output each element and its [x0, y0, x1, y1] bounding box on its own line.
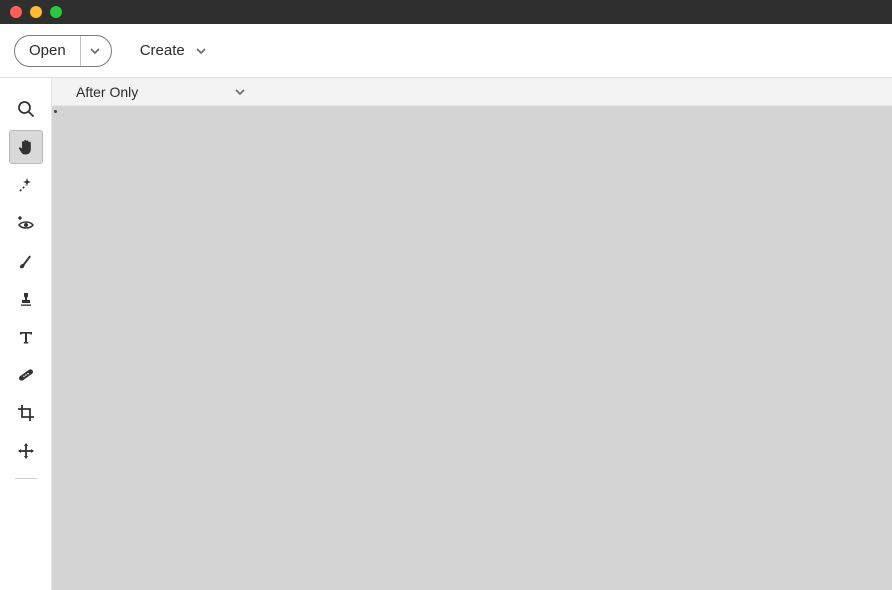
tool-hand[interactable] [9, 130, 43, 164]
tool-type[interactable] [9, 320, 43, 354]
menubar: Open Create [0, 24, 892, 78]
view-mode-select[interactable]: After Only [76, 84, 246, 100]
titlebar [0, 0, 892, 24]
open-button-label: Open [15, 36, 80, 66]
zoom-icon [17, 100, 35, 118]
stamp-icon [17, 290, 35, 308]
canvas-area[interactable] [52, 106, 892, 590]
bandage-icon [17, 366, 35, 384]
hand-icon [16, 137, 36, 157]
tool-zoom[interactable] [9, 92, 43, 126]
create-menu-button[interactable]: Create [140, 42, 207, 59]
tool-palette [0, 78, 52, 590]
move-icon [17, 442, 35, 460]
view-mode-bar: After Only [52, 78, 892, 106]
tool-healing[interactable] [9, 358, 43, 392]
crop-icon [17, 404, 35, 422]
tool-red-eye[interactable] [9, 206, 43, 240]
window-zoom-button[interactable] [50, 6, 62, 18]
canvas-origin-marker [54, 110, 57, 113]
tool-move[interactable] [9, 434, 43, 468]
chevron-down-icon [195, 45, 207, 57]
tool-crop[interactable] [9, 396, 43, 430]
toolbar-separator [15, 478, 37, 479]
create-button-label: Create [140, 42, 185, 59]
tool-quick-select[interactable] [9, 168, 43, 202]
view-mode-label: After Only [76, 84, 138, 100]
window-minimize-button[interactable] [30, 6, 42, 18]
chevron-down-icon [89, 45, 101, 57]
open-split-button[interactable]: Open [14, 35, 112, 67]
open-dropdown-toggle[interactable] [80, 36, 111, 66]
chevron-down-icon [234, 86, 246, 98]
tool-brush[interactable] [9, 244, 43, 278]
window-close-button[interactable] [10, 6, 22, 18]
eye-plus-icon [16, 213, 36, 233]
editor-main: After Only [52, 78, 892, 590]
type-icon [17, 328, 35, 346]
brush-icon [17, 252, 35, 270]
app-body: After Only [0, 78, 892, 590]
lasso-wand-icon [17, 176, 35, 194]
tool-stamp[interactable] [9, 282, 43, 316]
